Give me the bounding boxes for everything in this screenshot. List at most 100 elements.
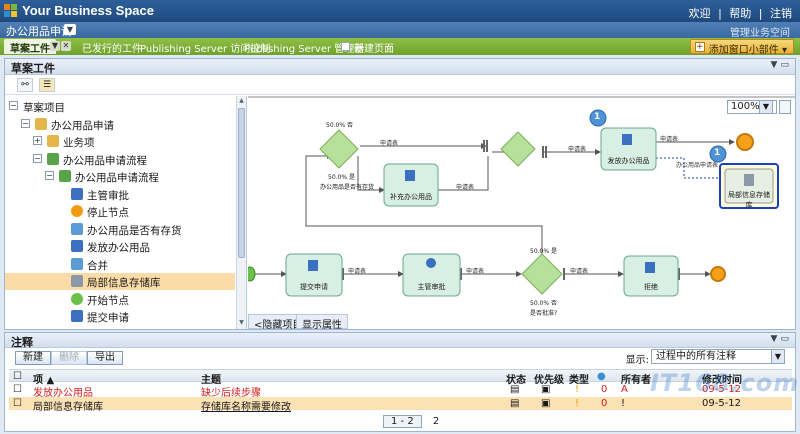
task-icon	[71, 240, 83, 252]
edge-label: 申请表	[570, 268, 589, 275]
tree-item-label: 草案项目	[23, 102, 65, 114]
tree-item[interactable]: 发放办公用品	[5, 238, 235, 255]
top-links: 欢迎 | 帮助 | 注销	[685, 5, 792, 21]
tree-item-label: 停止节点	[87, 207, 129, 219]
expand-icon[interactable]: +	[33, 136, 42, 145]
task-label[interactable]: 拒绝	[626, 282, 676, 292]
select-all-checkbox[interactable]: ☐	[13, 371, 22, 382]
tree-item[interactable]: 主管审批	[5, 186, 235, 203]
pager: 1 - 2 2	[383, 415, 439, 428]
tree-item-label: 发放办公用品	[87, 242, 150, 254]
delete-note-button[interactable]: 删除	[51, 351, 87, 365]
note-owner: A	[621, 384, 628, 395]
logout-link[interactable]: 注销	[770, 7, 792, 20]
space-name[interactable]: 办公用品申请	[6, 23, 72, 39]
row-checkbox[interactable]: ☐	[13, 398, 22, 409]
notes-controls-icon[interactable]: ▼ ▭	[770, 334, 789, 344]
folder-icon	[35, 117, 47, 130]
status-icon: ▤	[510, 398, 520, 409]
panel-controls-icon[interactable]: ▼ ▭	[770, 60, 789, 70]
collapse-icon[interactable]: −	[21, 118, 30, 128]
task-icon	[71, 310, 83, 322]
task-label[interactable]: 补充办公用品	[386, 192, 436, 202]
table-row[interactable]: ☐ 局部信息存储库 存储库名称需要修改 ▤ ▣! 0! 09-5-12	[9, 397, 792, 413]
task-label[interactable]: 提交申请	[288, 282, 340, 292]
collapse-icon[interactable]: −	[33, 153, 42, 163]
project-tree: ▲ ▼ − 草案项目 − 办公用品申请 + 业务项 − 办公用品申请流程 − 办公用品申请流程 主管…	[5, 96, 247, 329]
new-page-icon	[341, 42, 350, 51]
show-properties-button[interactable]: 显示属性	[296, 314, 348, 331]
task-label[interactable]: 局部信息存储库	[726, 190, 772, 210]
tree-item[interactable]: + 业务项	[5, 133, 235, 150]
new-page-label: 新建页面	[354, 44, 394, 55]
comment-badge[interactable]: 1	[714, 148, 720, 158]
list-view-icon[interactable]: ☰	[39, 78, 55, 92]
separator: |	[718, 7, 722, 20]
collapse-icon[interactable]: −	[45, 171, 54, 180]
collapse-icon[interactable]: −	[9, 101, 18, 110]
welcome-link[interactable]: 欢迎	[689, 7, 711, 20]
add-widget-button[interactable]: + 添加窗口小部件 ▾	[689, 39, 794, 56]
new-note-button[interactable]: 新建	[15, 351, 51, 365]
tree-item[interactable]: − 办公用品申请流程	[5, 168, 235, 185]
process-icon	[47, 152, 59, 165]
task-label[interactable]: 发放办公用品	[603, 156, 654, 166]
tab-draft-artifacts[interactable]: 草案工件	[4, 39, 56, 55]
plus-icon: +	[694, 42, 705, 52]
manage-space-link[interactable]: 管理业务空间	[730, 24, 790, 39]
task-label[interactable]: 主管审批	[405, 282, 458, 292]
space-dropdown-icon[interactable]: ▼	[64, 24, 76, 35]
show-filter-select[interactable]: 过程中的所有注释 ▼	[651, 349, 785, 364]
edge-label: 申请表	[466, 268, 485, 275]
row-checkbox[interactable]: ☐	[13, 384, 22, 395]
comment-count: 0	[601, 398, 608, 409]
tree-item[interactable]: − 办公用品申请流程	[5, 151, 235, 168]
edge-label: 申请表	[380, 140, 399, 147]
notes-panel: 注释 ▼ ▭ 新建 删除 导出 显示: 过程中的所有注释 ▼ ☐ 项 ▲ 主题 …	[4, 332, 798, 432]
tree-item[interactable]: 局部信息存储库	[5, 273, 235, 290]
draft-artifacts-panel: 草案工件 ▼ ▭ ⚯ ☰ ▲ ▼ − 草案项目 − 办公用品申请 + 业务项 − 办公用品申请…	[4, 58, 796, 331]
tree-item-label: 开始节点	[87, 294, 129, 307]
pager-total[interactable]: 2	[433, 416, 439, 427]
export-notes-button[interactable]: 导出	[87, 351, 123, 365]
scroll-thumb[interactable]	[238, 108, 245, 258]
priority-icon: ▣	[541, 398, 551, 409]
tree-item-label: 办公用品申请流程	[63, 154, 147, 167]
pager-range[interactable]: 1 - 2	[383, 415, 422, 428]
tree-item-label: 合并	[87, 259, 108, 272]
chevron-down-icon[interactable]: ▼	[771, 350, 784, 363]
show-filter-label: 显示:	[625, 355, 649, 366]
scroll-down-icon[interactable]: ▼	[238, 319, 245, 328]
tree-view-icon[interactable]: ⚯	[17, 78, 33, 92]
folder-icon	[47, 135, 59, 147]
tab-close-icon[interactable]: ✕	[61, 41, 71, 51]
side-note-label: 办公用品申请表	[676, 162, 719, 169]
gateway-label: 是否批准?	[530, 310, 558, 317]
comment-badge[interactable]: 1	[594, 112, 600, 122]
tab-new-page[interactable]: 新建页面	[338, 39, 400, 55]
tab-menu-icon[interactable]: ▼	[50, 41, 60, 51]
scroll-up-icon[interactable]: ▲	[238, 97, 245, 106]
gateway-label: 办公用品是否有存货	[320, 184, 375, 191]
tree-item[interactable]: 提交申请	[5, 308, 235, 325]
tree-item-label: 主管审批	[87, 189, 129, 202]
comment-count-icon: ●	[597, 371, 606, 382]
stop-node-icon	[71, 205, 83, 217]
note-subject-link[interactable]: 存储库名称需要修改	[201, 398, 291, 413]
tree-item[interactable]: 开始节点	[5, 291, 235, 308]
tree-item[interactable]: 合并	[5, 256, 235, 273]
diagram-svg	[248, 96, 795, 297]
tree-item[interactable]: 办公用品是否有存货	[5, 221, 235, 238]
tree-item[interactable]: 停止节点	[5, 203, 235, 220]
start-node-icon	[71, 292, 83, 305]
tree-item[interactable]: − 草案项目	[5, 98, 235, 115]
tree-scrollbar[interactable]: ▲ ▼	[236, 96, 246, 329]
process-diagram-canvas[interactable]: 100% ▼ 1 1 补充办公用品 发放办公用品 局部信息存储库 提交申请 主管…	[248, 96, 795, 329]
help-link[interactable]: 帮助	[729, 7, 751, 20]
decision-icon	[71, 222, 83, 235]
top-title-bar: Your Business Space 欢迎 | 帮助 | 注销	[0, 0, 800, 22]
tree-item[interactable]: − 办公用品申请	[5, 116, 235, 133]
separator: |	[758, 7, 763, 20]
tree-item-label: 业务项	[63, 137, 95, 149]
priority-icon: ▣	[541, 384, 551, 395]
